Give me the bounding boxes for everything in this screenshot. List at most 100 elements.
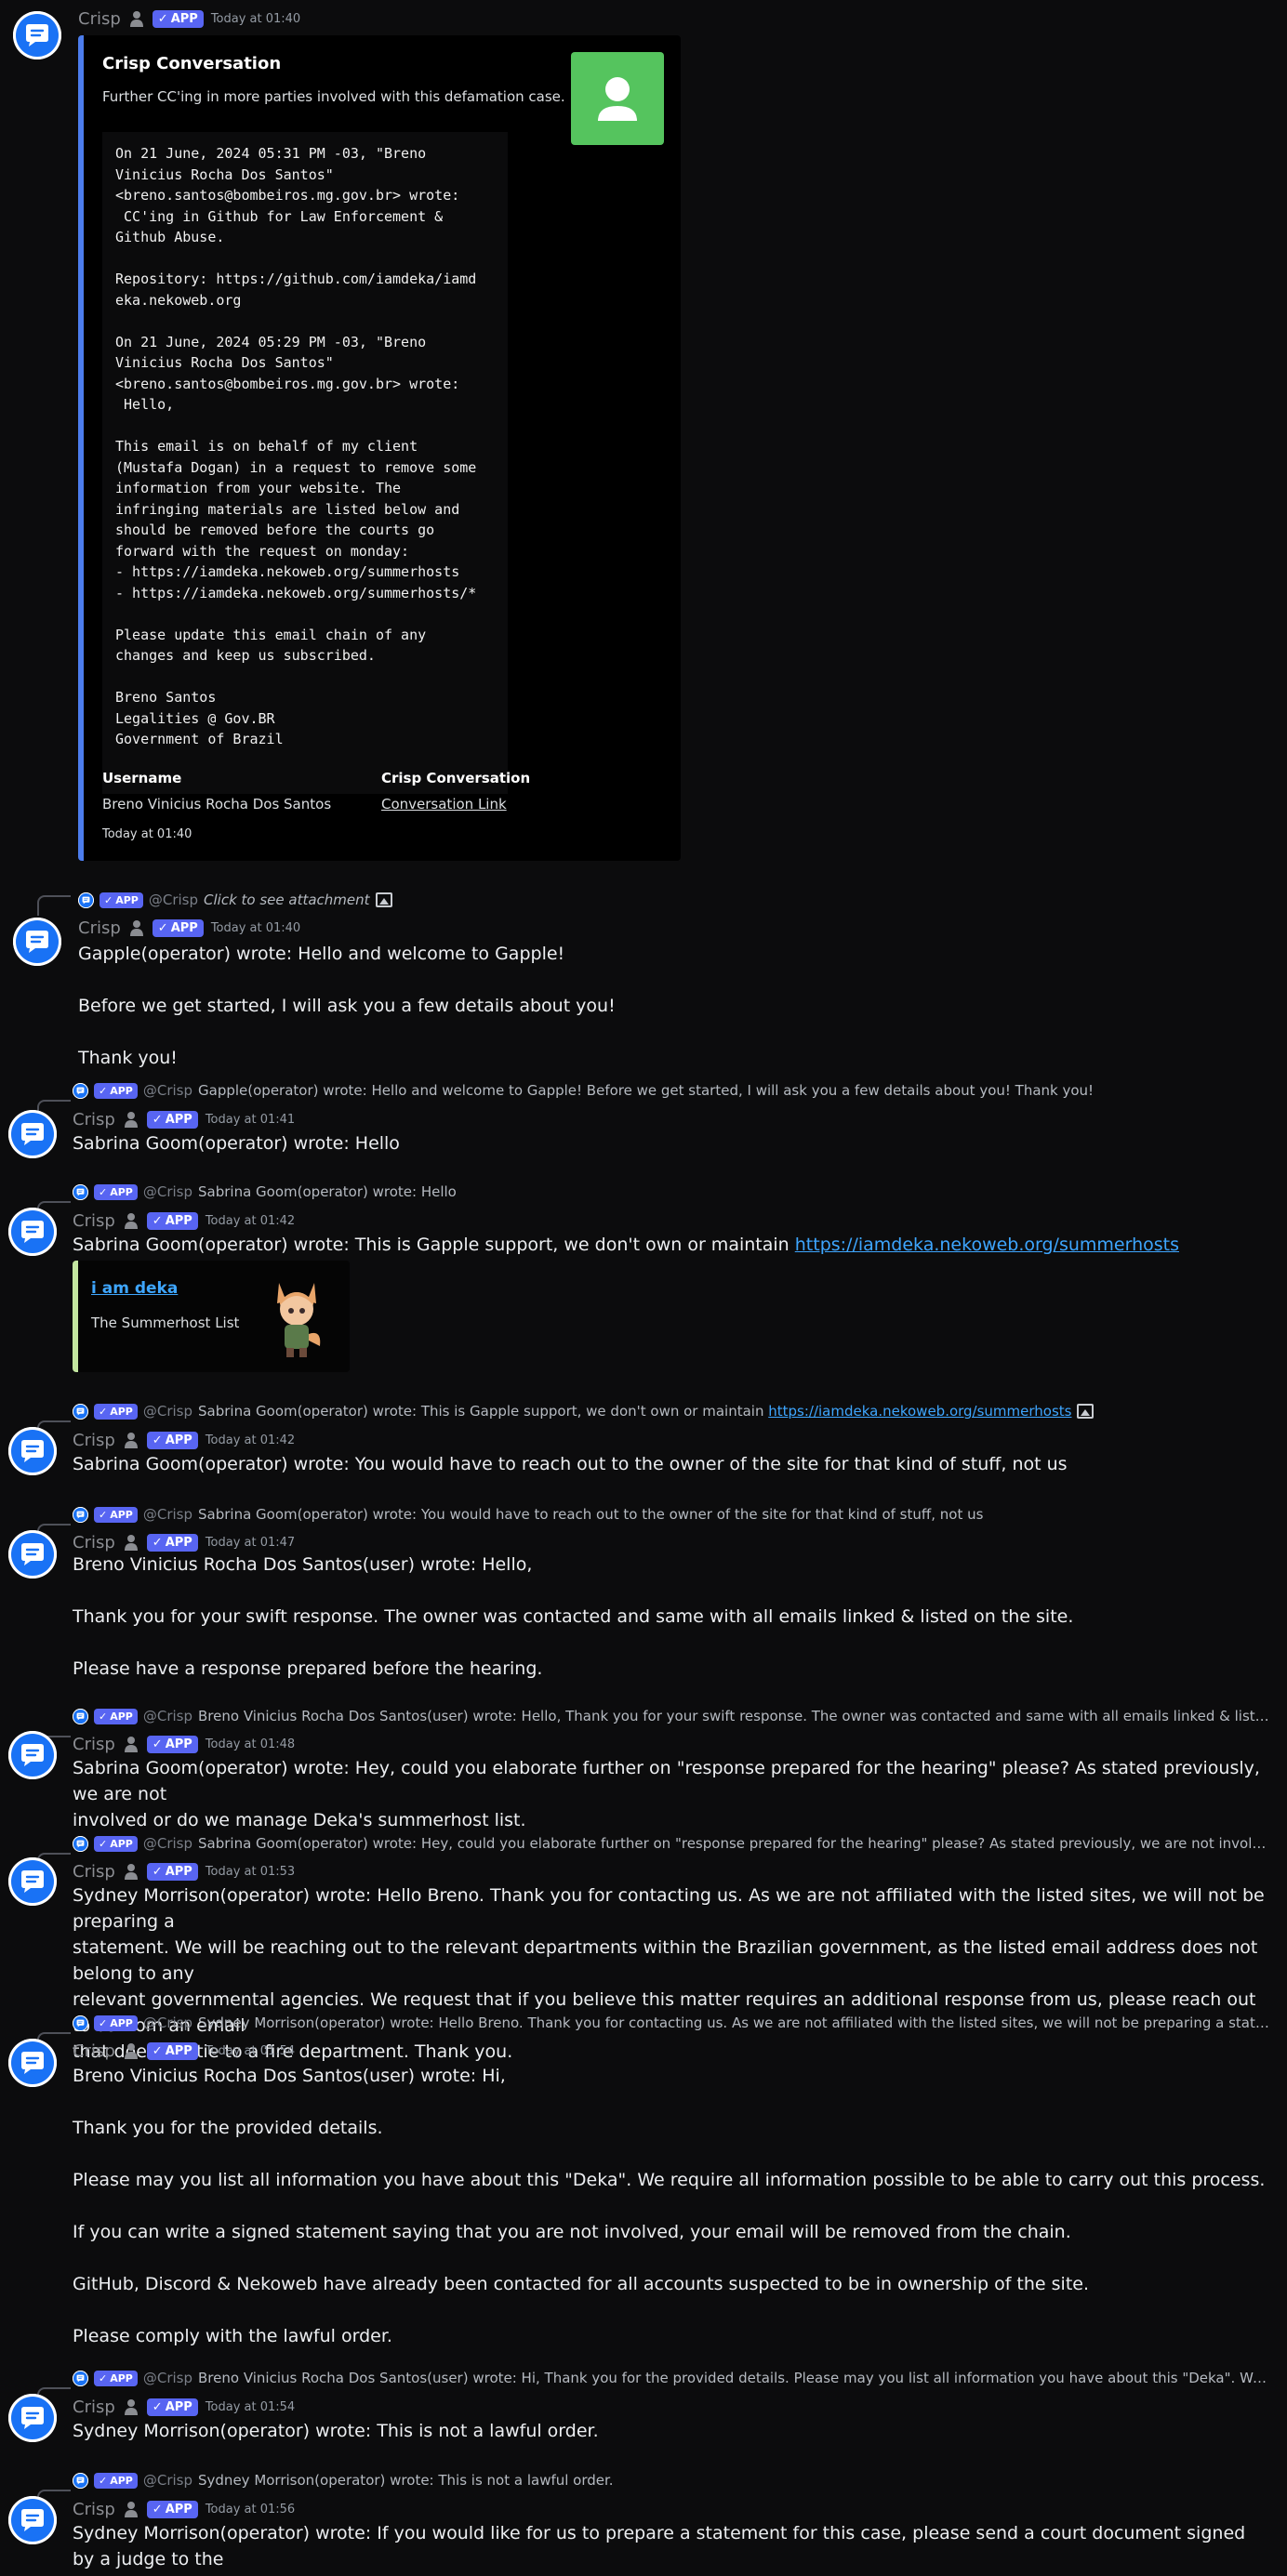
username[interactable]: Crisp <box>73 2041 115 2061</box>
app-badge-label: APP <box>170 920 198 935</box>
timestamp[interactable]: Today at 01:41 <box>206 1113 295 1127</box>
app-badge-label: APP <box>110 2371 133 2384</box>
summerhosts-link[interactable]: https://iamdeka.nekoweb.org/summerhosts <box>795 1235 1179 1255</box>
message-header: Crisp ✓ APP Today at 01:54 <box>73 2395 295 2419</box>
reply-reference[interactable]: ✓ APP @Crisp Sydney Morrison(operator) wr… <box>73 2012 1272 2034</box>
reply-avatar <box>73 1835 88 1852</box>
app-badge: ✓ APP <box>94 1708 138 1724</box>
timestamp[interactable]: Today at 01:53 <box>206 1865 295 1879</box>
username[interactable]: Crisp <box>73 1431 115 1450</box>
message-text: Sydney Morrison(operator) wrote: This is… <box>73 2421 599 2441</box>
person-icon <box>123 1110 139 1129</box>
crisp-avatar[interactable] <box>8 1857 57 1906</box>
crisp-avatar[interactable] <box>8 2496 57 2544</box>
timestamp[interactable]: Today at 01:42 <box>206 1433 295 1447</box>
reply-reference[interactable]: ✓ APP @Crisp Sabrina Goom(operator) wrote… <box>73 1400 1272 1422</box>
person-icon <box>123 1211 139 1230</box>
app-badge-label: APP <box>165 2502 192 2517</box>
message-text: Sabrina Goom(operator) wrote: This is Ga… <box>73 1232 1272 1258</box>
username[interactable]: Crisp <box>73 1735 115 1754</box>
check-icon: ✓ <box>152 1213 163 1228</box>
reply-avatar <box>73 1403 88 1420</box>
site-embed-title[interactable]: i am deka <box>91 1279 178 1298</box>
message-list[interactable]: Crisp ✓ APP Today at 01:40 Crisp Conversa… <box>0 0 1287 2576</box>
site-embed: i am deka The Summerhost List <box>73 1261 350 1372</box>
app-badge-label: APP <box>110 1185 133 1198</box>
crisp-avatar[interactable] <box>13 918 61 966</box>
username[interactable]: Crisp <box>73 1533 115 1552</box>
fox-character-thumbnail[interactable] <box>266 1274 327 1361</box>
app-badge-label: APP <box>165 2399 192 2414</box>
mention: @Crisp <box>142 2370 193 2386</box>
check-icon: ✓ <box>152 1112 163 1127</box>
crisp-avatar[interactable] <box>8 1530 57 1579</box>
mention: @Crisp <box>142 1506 193 1523</box>
conversation-link[interactable]: Conversation Link <box>381 796 507 812</box>
reply-reference[interactable]: ✓ APP @Crisp Gapple(operator) wrote: Hell… <box>73 1079 1272 1102</box>
crisp-avatar[interactable] <box>13 11 61 59</box>
timestamp[interactable]: Today at 01:54 <box>206 2400 295 2414</box>
message-header: Crisp ✓ APP Today at 01:53 <box>73 1859 295 1883</box>
person-icon <box>123 2398 139 2416</box>
reply-reference[interactable]: ✓ APP @Crisp Breno Vinicius Rocha Dos San… <box>73 1705 1272 1727</box>
reply-avatar <box>78 892 94 908</box>
message-text-body: Sabrina Goom(operator) wrote: This is Ga… <box>73 1235 795 1255</box>
timestamp[interactable]: Today at 01:48 <box>206 1737 295 1751</box>
timestamp[interactable]: Today at 01:54 <box>206 2044 295 2058</box>
timestamp[interactable]: Today at 01:42 <box>206 1214 295 1228</box>
app-badge: ✓ APP <box>100 892 143 908</box>
message-header: Crisp ✓ APP Today at 01:54 <box>73 2039 295 2063</box>
message-text: Sabrina Goom(operator) wrote: You would … <box>73 1454 1068 1474</box>
check-icon: ✓ <box>157 920 168 935</box>
username[interactable]: Crisp <box>73 1110 115 1129</box>
timestamp[interactable]: Today at 01:40 <box>211 921 300 935</box>
message-header: Crisp ✓ APP Today at 01:40 <box>78 7 300 31</box>
app-badge: ✓ APP <box>146 1735 198 1753</box>
app-badge: ✓ APP <box>94 1183 138 1200</box>
check-icon: ✓ <box>99 1508 108 1521</box>
username[interactable]: Crisp <box>78 9 121 29</box>
crisp-avatar[interactable] <box>8 1208 57 1256</box>
embed-field-username-value: Breno Vinicius Rocha Dos Santos <box>102 796 332 812</box>
check-icon: ✓ <box>152 1433 163 1447</box>
crisp-avatar[interactable] <box>8 1427 57 1475</box>
reply-reference[interactable]: ✓ APP @Crisp Sabrina Goom(operator) wrote… <box>73 1503 1272 1526</box>
username[interactable]: Crisp <box>73 2500 115 2519</box>
app-badge: ✓ APP <box>146 1862 198 1881</box>
reply-reference[interactable]: ✓ APP @Crisp Sabrina Goom(operator) wrote… <box>73 1181 1272 1203</box>
mention: @Crisp <box>142 2472 193 2489</box>
reply-text: Breno Vinicius Rocha Dos Santos(user) wr… <box>198 1708 1272 1724</box>
check-icon: ✓ <box>104 893 113 906</box>
embed-thumbnail[interactable] <box>571 52 664 145</box>
crisp-avatar[interactable] <box>8 2039 57 2087</box>
mention: @Crisp <box>142 1403 193 1420</box>
check-icon: ✓ <box>99 1837 108 1850</box>
reply-link[interactable]: https://iamdeka.nekoweb.org/summerhosts <box>768 1403 1071 1420</box>
app-badge-label: APP <box>165 2043 192 2058</box>
crisp-avatar[interactable] <box>8 1731 57 1779</box>
app-badge-label: APP <box>110 2474 133 2487</box>
embed-title: Crisp Conversation <box>102 54 282 73</box>
app-badge-label: APP <box>165 1864 192 1879</box>
reply-reference[interactable]: ✓ APP @Crisp Breno Vinicius Rocha Dos San… <box>73 2367 1272 2389</box>
username[interactable]: Crisp <box>73 2398 115 2417</box>
timestamp[interactable]: Today at 01:56 <box>206 2503 295 2517</box>
app-badge: ✓ APP <box>94 2472 138 2489</box>
reply-avatar <box>73 1183 88 1200</box>
reply-reference[interactable]: ✓ APP @Crisp Sabrina Goom(operator) wrote… <box>73 1832 1272 1855</box>
reply-reference[interactable]: ✓ APP @Crisp Click to see attachment <box>78 889 1278 911</box>
timestamp[interactable]: Today at 01:40 <box>211 12 300 26</box>
reply-reference[interactable]: ✓ APP @Crisp Sydney Morrison(operator) wr… <box>73 2469 1272 2491</box>
message-header: Crisp ✓ APP Today at 01:48 <box>73 1732 295 1756</box>
message-text: Sydney Morrison(operator) wrote: If you … <box>73 2523 1246 2576</box>
crisp-avatar[interactable] <box>8 1110 57 1158</box>
reply-avatar <box>73 2472 88 2489</box>
username[interactable]: Crisp <box>73 1862 115 1882</box>
check-icon: ✓ <box>99 2016 108 2029</box>
username[interactable]: Crisp <box>78 918 121 938</box>
username[interactable]: Crisp <box>73 1211 115 1231</box>
check-icon: ✓ <box>99 1084 108 1097</box>
timestamp[interactable]: Today at 01:47 <box>206 1536 295 1550</box>
check-icon: ✓ <box>152 2043 163 2058</box>
crisp-avatar[interactable] <box>8 2394 57 2442</box>
